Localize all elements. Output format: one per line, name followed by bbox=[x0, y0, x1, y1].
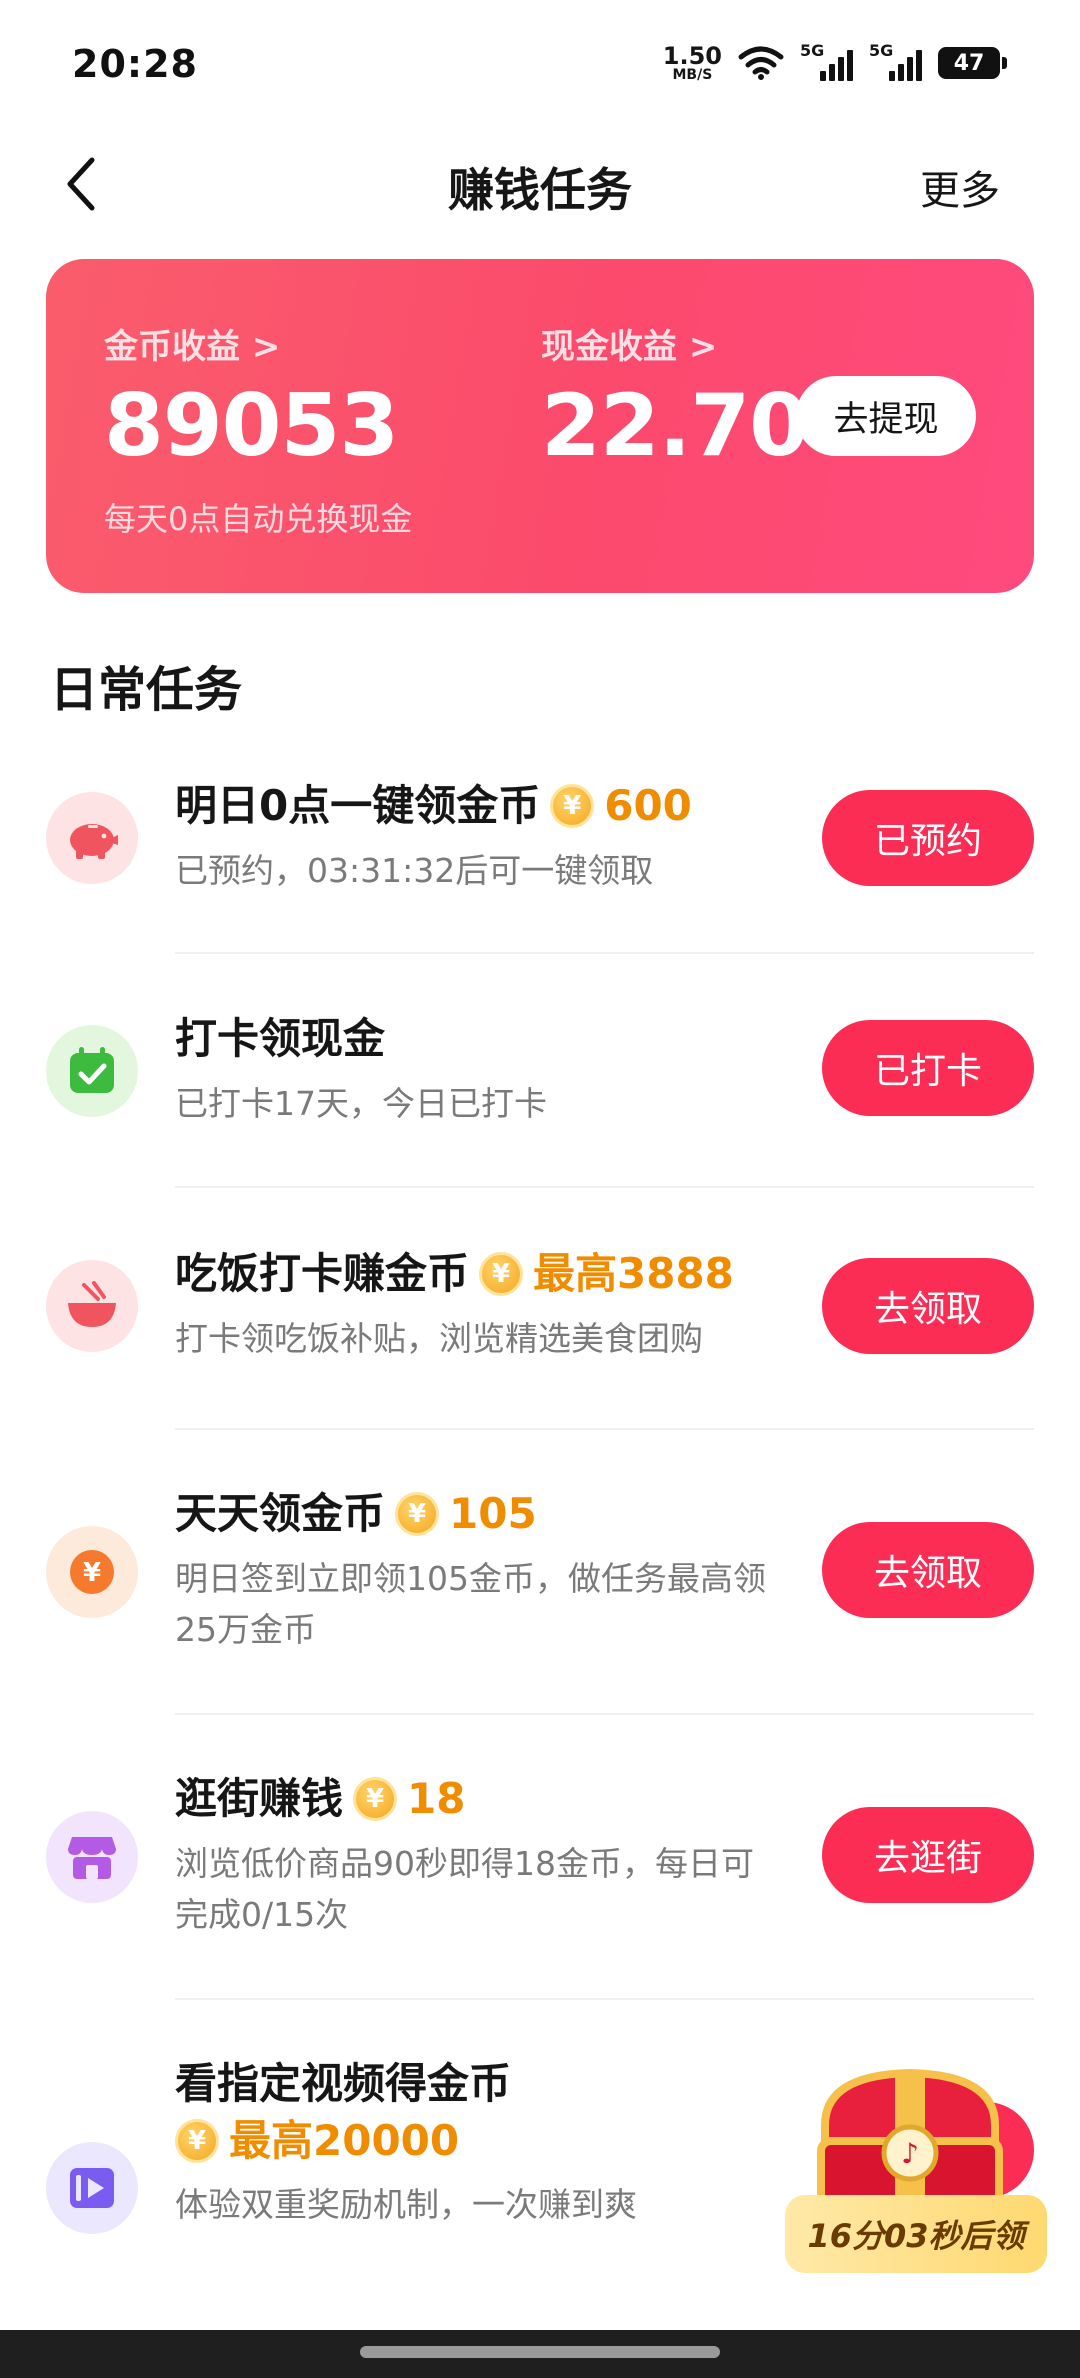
status-icons: 1.50 MB/S 5G 5G 47 bbox=[663, 41, 1007, 82]
reserved-button[interactable]: 已预约 bbox=[822, 790, 1034, 886]
network-speed: 1.50 MB/S bbox=[663, 44, 722, 82]
list-item: 明日0点一键领金币 ¥ 600 已预约，03:31:32后可一键领取 已预约 bbox=[0, 760, 1080, 950]
battery-icon: 47 bbox=[938, 47, 1007, 79]
task-title: 打卡领现金 bbox=[175, 1014, 386, 1063]
coin-icon: ¥ bbox=[479, 1252, 524, 1297]
coin-icon: ¥ bbox=[353, 1777, 398, 1822]
status-time: 20:28 bbox=[72, 42, 198, 86]
task-title: 天天领金币 bbox=[175, 1489, 386, 1538]
list-item: ¥ 天天领金币 ¥ 105 明日签到立即领105金币，做任务最高领25万金币 去… bbox=[0, 1470, 1080, 1710]
video-play-icon bbox=[46, 2142, 138, 2234]
divider bbox=[175, 1428, 1034, 1430]
task-description: 打卡领吃饭补贴，浏览精选美食团购 bbox=[175, 1318, 703, 1358]
home-indicator[interactable] bbox=[360, 2346, 720, 2358]
cash-earnings[interactable]: 现金收益 > 22.70 bbox=[541, 319, 809, 476]
task-title: 逛街赚钱 bbox=[175, 1774, 344, 1823]
list-item: 打卡领现金 已打卡17天，今日已打卡 已打卡 bbox=[0, 995, 1080, 1185]
divider bbox=[175, 952, 1034, 954]
coin-earnings[interactable]: 金币收益 > 89053 bbox=[104, 319, 399, 476]
divider bbox=[175, 1713, 1034, 1715]
coin-icon: ¥ bbox=[395, 1492, 440, 1537]
task-description: 已预约，03:31:32后可一键领取 bbox=[175, 850, 654, 890]
cash-earnings-label: 现金收益 > bbox=[541, 327, 718, 367]
task-description: 明日签到立即领105金币，做任务最高领25万金币 bbox=[175, 1558, 766, 1649]
signal-icon: 5G bbox=[800, 41, 853, 81]
svg-text:¥: ¥ bbox=[83, 1558, 101, 1588]
network-speed-unit: MB/S bbox=[672, 67, 713, 83]
list-item: 逛街赚钱 ¥ 18 浏览低价商品90秒即得18金币，每日可完成0/15次 去逛街 bbox=[0, 1755, 1080, 1995]
task-title: 看指定视频得金币 bbox=[175, 2059, 512, 2108]
system-nav-bar bbox=[0, 2330, 1080, 2378]
divider bbox=[175, 1998, 1034, 2000]
task-reward: 600 bbox=[604, 781, 692, 830]
more-button[interactable]: 更多 bbox=[920, 158, 1000, 216]
task-title: 明日0点一键领金币 bbox=[175, 781, 541, 830]
browse-button[interactable]: 去逛街 bbox=[822, 1807, 1034, 1903]
list-item: 吃饭打卡赚金币 ¥ 最高3888 打卡领吃饭补贴，浏览精选美食团购 去领取 bbox=[0, 1230, 1080, 1430]
status-bar: 20:28 1.50 MB/S 5G 5G 47 bbox=[0, 0, 1080, 130]
coin-earnings-value: 89053 bbox=[104, 376, 399, 476]
task-title: 吃饭打卡赚金币 bbox=[175, 1249, 470, 1298]
svg-text:♪: ♪ bbox=[901, 2137, 919, 2170]
network-speed-value: 1.50 bbox=[662, 42, 722, 70]
task-description: 已打卡17天，今日已打卡 bbox=[175, 1083, 547, 1123]
divider bbox=[175, 1186, 1034, 1188]
exchange-note: 每天0点自动兑换现金 bbox=[104, 500, 413, 538]
piggy-bank-icon bbox=[46, 792, 138, 884]
sim2-label: 5G bbox=[869, 41, 894, 60]
coin-icon: ¥ bbox=[175, 2118, 219, 2163]
claim-button[interactable]: 去领取 bbox=[822, 1258, 1034, 1354]
calendar-check-icon bbox=[46, 1025, 138, 1117]
cash-earnings-value: 22.70 bbox=[541, 376, 809, 476]
task-reward: 18 bbox=[407, 1774, 466, 1823]
coin-earnings-label: 金币收益 > bbox=[104, 327, 281, 367]
earnings-card: 金币收益 > 89053 现金收益 > 22.70 去提现 每天0点自动兑换现金 bbox=[46, 259, 1034, 593]
claim-button[interactable]: 去领取 bbox=[822, 1522, 1034, 1618]
sim1-label: 5G bbox=[800, 41, 825, 60]
task-description: 体验双重奖励机制，一次赚到爽 bbox=[175, 2185, 637, 2224]
battery-level: 47 bbox=[953, 50, 985, 76]
task-description: 浏览低价商品90秒即得18金币，每日可完成0/15次 bbox=[175, 1843, 754, 1934]
withdraw-button[interactable]: 去提现 bbox=[796, 376, 976, 456]
checked-in-button[interactable]: 已打卡 bbox=[822, 1020, 1034, 1116]
task-reward: 105 bbox=[449, 1489, 537, 1538]
task-reward: 最高3888 bbox=[533, 1249, 734, 1298]
page-title: 赚钱任务 bbox=[448, 163, 632, 217]
chest-timer[interactable]: 16分03秒后领 bbox=[785, 2195, 1047, 2273]
task-reward: 最高20000 bbox=[229, 2115, 460, 2165]
yuan-coin-icon: ¥ bbox=[46, 1526, 138, 1618]
signal-icon: 5G bbox=[869, 41, 922, 81]
rice-bowl-icon bbox=[46, 1260, 138, 1352]
header: 赚钱任务 更多 bbox=[0, 140, 1080, 230]
wifi-icon bbox=[738, 46, 784, 80]
section-title: 日常任务 bbox=[50, 662, 243, 718]
coin-icon: ¥ bbox=[550, 784, 595, 829]
shop-icon bbox=[46, 1811, 138, 1903]
